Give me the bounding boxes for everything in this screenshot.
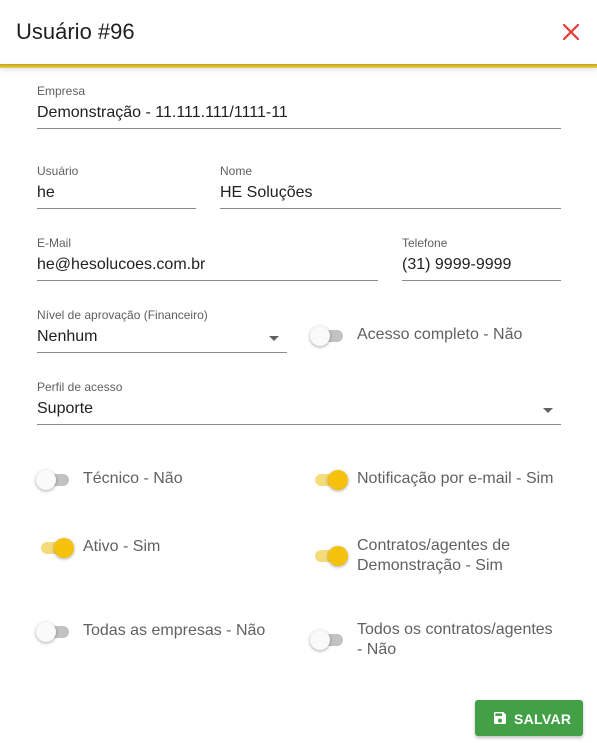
telefone-field[interactable]: Telefone (31) 9999-9999 xyxy=(402,236,561,281)
usuario-value[interactable]: he xyxy=(37,183,196,203)
toggle-knob xyxy=(328,470,348,490)
nivel-aprovacao-value[interactable]: Nenhum xyxy=(37,327,287,347)
tecnico-toggle[interactable] xyxy=(36,469,72,491)
todas-empresas-toggle[interactable] xyxy=(36,621,72,643)
toggle-knob xyxy=(36,622,56,642)
notificacao-email-toggle[interactable] xyxy=(312,469,348,491)
dropdown-arrow-icon[interactable] xyxy=(543,408,553,413)
dialog-title: Usuário #96 xyxy=(16,19,135,44)
toggle-knob xyxy=(310,326,330,346)
perfil-acesso-value[interactable]: Suporte xyxy=(37,399,561,419)
nome-label: Nome xyxy=(220,164,253,178)
empresa-value[interactable]: Demonstração - 11.111.111/1111-11 xyxy=(37,103,561,123)
perfil-acesso-label: Perfil de acesso xyxy=(37,380,123,394)
nome-field[interactable]: Nome HE Soluções xyxy=(220,164,561,209)
email-field[interactable]: E-Mail he@hesolucoes.com.br xyxy=(37,236,378,281)
toggle-knob xyxy=(310,630,330,650)
empresa-label: Empresa xyxy=(37,84,86,98)
contratos-agentes-demo-label-line1: Contratos/agentes de xyxy=(357,537,510,554)
save-icon xyxy=(494,712,506,724)
empresa-underline xyxy=(37,128,561,129)
todos-contratos-label-line2: - Não xyxy=(357,641,397,658)
notificacao-email-label: Notificação por e-mail - Sim xyxy=(357,470,554,487)
close-button[interactable] xyxy=(559,20,583,44)
empresa-field[interactable]: Empresa Demonstração - 11.111.111/1111-1… xyxy=(37,84,561,129)
telefone-label: Telefone xyxy=(402,236,448,250)
usuario-label: Usuário xyxy=(37,164,79,178)
contratos-agentes-demo-label: Contratos/agentes de Demonstração - Sim xyxy=(357,536,510,576)
perfil-acesso-select[interactable]: Perfil de acesso Suporte xyxy=(37,380,561,425)
ativo-toggle[interactable] xyxy=(38,537,74,559)
telefone-value[interactable]: (31) 9999-9999 xyxy=(402,255,561,275)
toggle-knob xyxy=(328,546,348,566)
acesso-completo-toggle[interactable] xyxy=(310,325,346,347)
acesso-completo-label: Acesso completo - Não xyxy=(357,326,523,343)
perfil-acesso-underline xyxy=(37,424,561,425)
toggle-knob xyxy=(36,470,56,490)
header-accent-bar xyxy=(0,64,597,68)
todos-contratos-label-line1: Todos os contratos/agentes xyxy=(357,621,553,638)
todas-empresas-label: Todas as empresas - Não xyxy=(83,622,266,639)
save-button-label: SALVAR xyxy=(514,711,572,727)
dialog-header: Usuário #96 xyxy=(0,0,597,64)
contratos-agentes-demo-toggle[interactable] xyxy=(312,545,348,567)
email-underline xyxy=(37,280,378,281)
usuario-underline xyxy=(37,208,196,209)
email-value[interactable]: he@hesolucoes.com.br xyxy=(37,255,378,275)
toggle-knob xyxy=(54,538,74,558)
close-icon xyxy=(562,23,580,41)
save-button[interactable]: SALVAR xyxy=(475,700,583,736)
todos-contratos-label: Todos os contratos/agentes - Não xyxy=(357,620,553,660)
email-label: E-Mail xyxy=(37,236,72,250)
usuario-field[interactable]: Usuário he xyxy=(37,164,196,209)
ativo-label: Ativo - Sim xyxy=(83,538,161,555)
nome-underline xyxy=(220,208,561,209)
dropdown-arrow-icon[interactable] xyxy=(269,336,279,341)
telefone-underline xyxy=(402,280,561,281)
nivel-aprovacao-label: Nível de aprovação (Financeiro) xyxy=(37,308,208,322)
contratos-agentes-demo-label-line2: Demonstração - Sim xyxy=(357,557,503,574)
nivel-aprovacao-select[interactable]: Nível de aprovação (Financeiro) Nenhum xyxy=(37,308,287,353)
todos-contratos-toggle[interactable] xyxy=(310,629,346,651)
tecnico-label: Técnico - Não xyxy=(83,470,183,487)
nome-value[interactable]: HE Soluções xyxy=(220,183,561,203)
nivel-aprovacao-underline xyxy=(37,352,287,353)
